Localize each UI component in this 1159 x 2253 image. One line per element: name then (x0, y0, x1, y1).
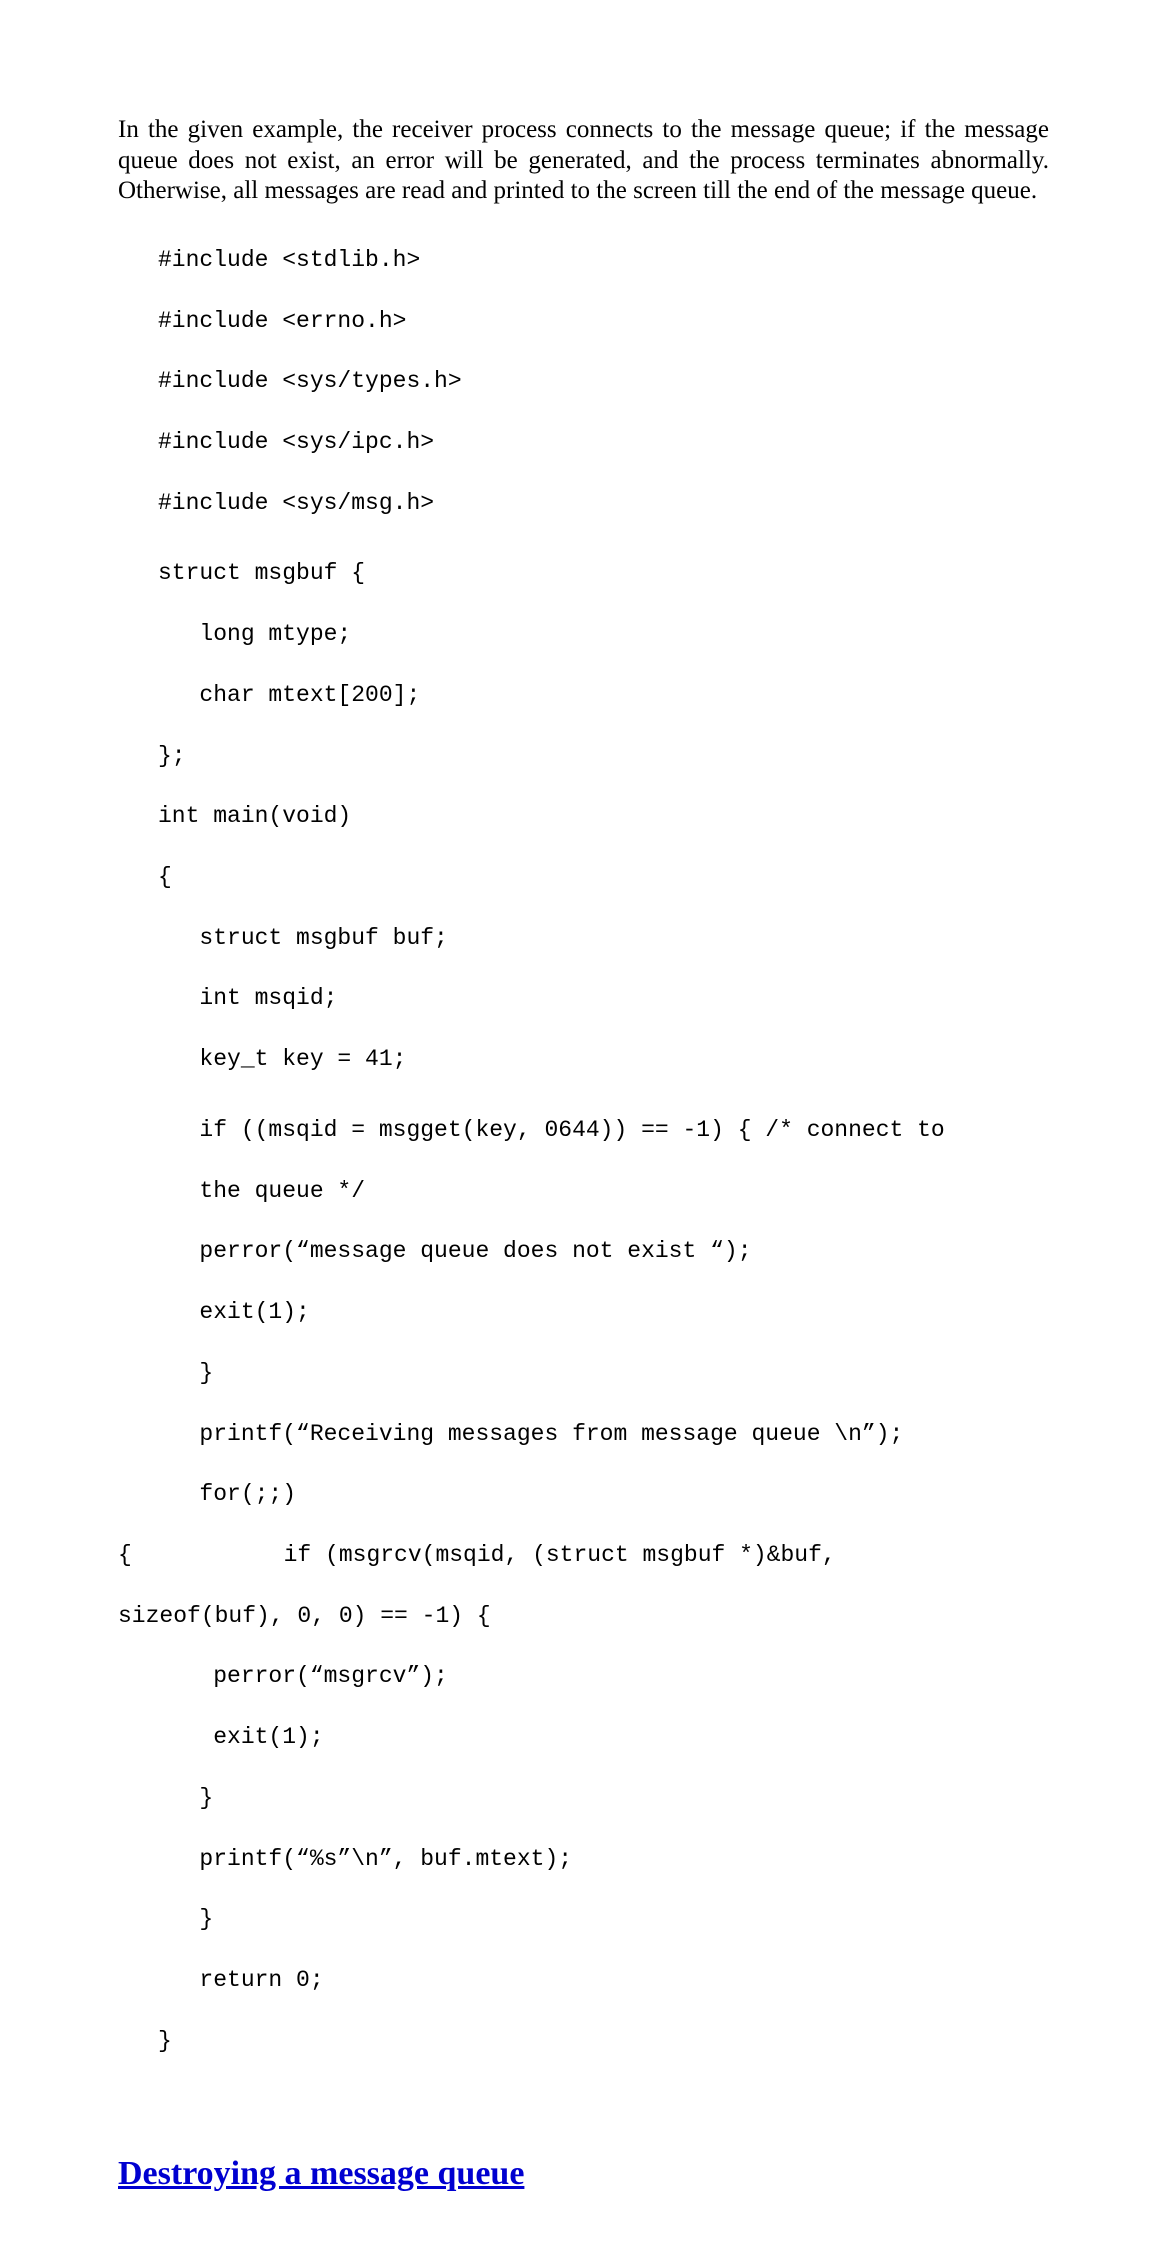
code-line: }; (158, 741, 1049, 771)
code-line: struct msgbuf buf; (158, 923, 1049, 953)
code-line: #include <sys/msg.h> (158, 488, 1049, 518)
code-block: #include <stdlib.h> #include <errno.h> #… (158, 215, 1049, 2117)
code-line: { (158, 862, 1049, 892)
code-line: } (158, 2026, 1049, 2056)
code-line: #include <errno.h> (158, 306, 1049, 336)
code-line: #include <stdlib.h> (158, 245, 1049, 275)
code-line: int msqid; (158, 983, 1049, 1013)
code-line: char mtext[200]; (158, 680, 1049, 710)
code-line: { if (msgrcv(msqid, (struct msgbuf *)&bu… (118, 1540, 1049, 1570)
code-line: for(;;) (158, 1479, 1049, 1509)
code-line: } (158, 1358, 1049, 1388)
code-line: sizeof(buf), 0, 0) == -1) { (118, 1601, 1049, 1631)
code-line: perror(“message queue does not exist “); (158, 1236, 1049, 1266)
code-line: printf(“%s”\n”, buf.mtext); (158, 1844, 1049, 1874)
code-line: key_t key = 41; (158, 1044, 1049, 1074)
intro-paragraph: In the given example, the receiver proce… (118, 115, 1049, 207)
section-heading-destroying: Destroying a message queue (118, 2155, 1049, 2193)
code-line: #include <sys/ipc.h> (158, 427, 1049, 457)
code-line: if ((msqid = msgget(key, 0644)) == -1) {… (158, 1115, 1049, 1145)
code-line: exit(1); (158, 1722, 1049, 1752)
code-line: int main(void) (158, 801, 1049, 831)
code-line: perror(“msgrcv”); (158, 1661, 1049, 1691)
code-line: exit(1); (158, 1297, 1049, 1327)
code-line: } (158, 1904, 1049, 1934)
code-line: the queue */ (158, 1176, 1049, 1206)
code-line: long mtype; (158, 619, 1049, 649)
code-line: return 0; (158, 1965, 1049, 1995)
page: In the given example, the receiver proce… (0, 0, 1159, 2253)
code-line: struct msgbuf { (158, 558, 1049, 588)
code-line: #include <sys/types.h> (158, 366, 1049, 396)
code-line: printf(“Receiving messages from message … (158, 1419, 1049, 1449)
code-line: } (158, 1783, 1049, 1813)
